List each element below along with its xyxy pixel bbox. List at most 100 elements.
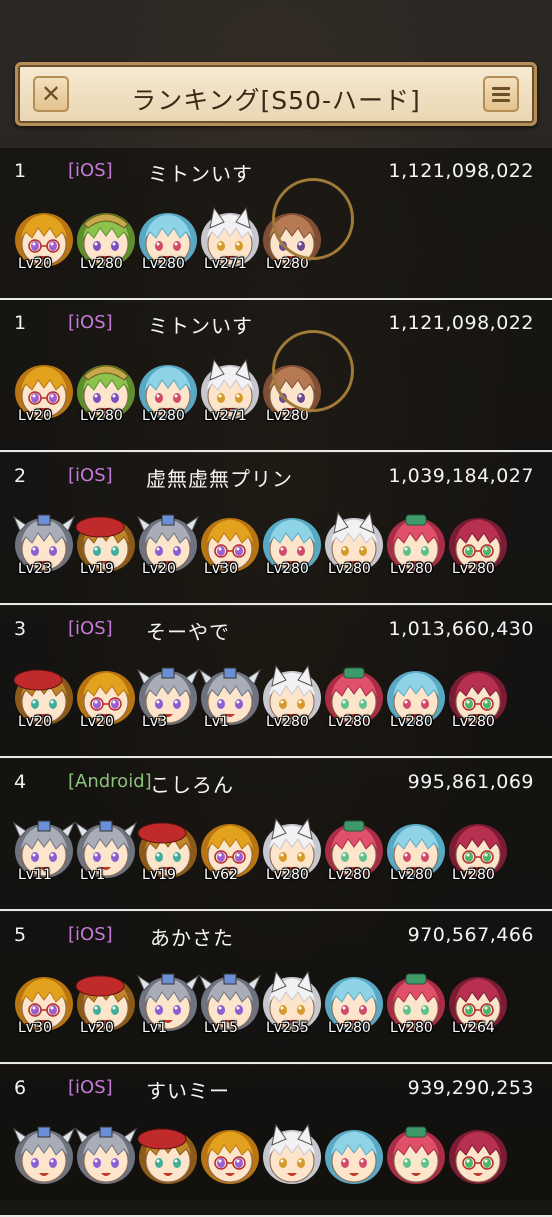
team-member-icon: Lv30 (198, 511, 262, 577)
page-title: ランキング[S50-ハード] (131, 86, 421, 115)
ranking-row[interactable]: 5 [iOS] あかさた 970,567,466 Lv30 Lv20 Lv1 L… (0, 912, 552, 1064)
team-member-icon: Lv280 (322, 511, 386, 577)
team-member-icon: Lv23 (12, 511, 76, 577)
level-label: Lv280 (266, 561, 309, 577)
platform-label: [iOS] (68, 618, 113, 639)
level-label: Lv62 (204, 867, 238, 883)
level-label: Lv1 (80, 867, 105, 883)
ranking-row[interactable]: 1 [iOS] ミトンいす 1,121,098,022 Lv20 Lv280 L… (0, 300, 552, 452)
level-label: Lv20 (142, 561, 176, 577)
player-name[interactable]: ミトンいす (148, 158, 253, 187)
level-label: Lv280 (328, 1020, 371, 1036)
ranking-row[interactable]: 2 [iOS] 虚無虚無プリン 1,039,184,027 Lv23 Lv19 … (0, 453, 552, 605)
team-member-icon: Lv20 (74, 970, 138, 1036)
level-label: Lv20 (18, 256, 52, 272)
score-value: 1,039,184,027 (388, 465, 534, 487)
team-member-icon: Lv280 (446, 511, 510, 577)
level-label: Lv19 (80, 561, 114, 577)
level-label: Lv30 (204, 561, 238, 577)
rank-number: 3 (14, 618, 27, 640)
level-label: Lv19 (142, 867, 176, 883)
team-member-icon (446, 1123, 510, 1187)
team-member-icon: Lv280 (136, 206, 200, 272)
rank-number: 5 (14, 924, 27, 946)
team-member-icon: Lv280 (384, 511, 448, 577)
ranking-row[interactable]: 1 [iOS] ミトンいす 1,121,098,022 Lv20 Lv280 L… (0, 148, 552, 300)
team-member-icon: Lv20 (12, 206, 76, 272)
team-member-icon: Lv280 (322, 664, 386, 730)
score-value: 939,290,253 (407, 1077, 534, 1099)
team-member-icon: Lv15 (198, 970, 262, 1036)
level-label: Lv280 (390, 1020, 433, 1036)
ranking-header: ✕ ランキング[S50-ハード] (15, 62, 537, 126)
team-member-icon: Lv280 (260, 817, 324, 883)
level-label: Lv20 (18, 714, 52, 730)
equipment-badge-icon (272, 178, 354, 260)
row-divider (0, 603, 552, 605)
level-label: Lv255 (266, 1020, 309, 1036)
team-member-icon: Lv280 (322, 970, 386, 1036)
player-name[interactable]: ミトンいす (148, 310, 253, 339)
team-member-icon (322, 1123, 386, 1187)
level-label: Lv280 (266, 714, 309, 730)
team-member-icon: Lv3 (136, 664, 200, 730)
level-label: Lv30 (18, 1020, 52, 1036)
rank-number: 1 (14, 312, 27, 334)
team-member-icon: Lv271 (198, 358, 262, 424)
team-member-icon (198, 1123, 262, 1187)
team-member-icon (12, 1123, 76, 1187)
ranking-row[interactable]: 4 [Android] こしろん 995,861,069 Lv11 Lv1 Lv… (0, 759, 552, 911)
level-label: Lv15 (204, 1020, 238, 1036)
rank-number: 4 (14, 771, 27, 793)
team-member-icon: Lv280 (322, 817, 386, 883)
platform-label: [iOS] (68, 1077, 113, 1098)
platform-label: [iOS] (68, 160, 113, 181)
level-label: Lv280 (328, 561, 371, 577)
team-member-icon (74, 1123, 138, 1187)
row-divider (0, 909, 552, 911)
level-label: Lv280 (142, 256, 185, 272)
team-member-icon: Lv255 (260, 970, 324, 1036)
team-member-icon (260, 1123, 324, 1187)
score-value: 1,013,660,430 (388, 618, 534, 640)
team-member-icon: Lv11 (12, 817, 76, 883)
platform-label: [Android] (68, 771, 152, 792)
team-member-icon: Lv19 (136, 817, 200, 883)
row-divider (0, 1062, 552, 1064)
ranking-row[interactable]: 6 [iOS] すいミー 939,290,253 (0, 1065, 552, 1217)
menu-button[interactable] (483, 76, 519, 112)
level-label: Lv264 (452, 1020, 495, 1036)
ranking-row[interactable]: 3 [iOS] そーやで 1,013,660,430 Lv20 Lv20 Lv3 (0, 606, 552, 758)
player-name[interactable]: そーやで (146, 616, 230, 645)
team-member-icon: Lv20 (136, 511, 200, 577)
team-member-icon: Lv271 (198, 206, 262, 272)
level-label: Lv20 (80, 714, 114, 730)
level-label: Lv280 (452, 561, 495, 577)
team-member-icon: Lv1 (136, 970, 200, 1036)
level-label: Lv280 (80, 256, 123, 272)
player-name[interactable]: あかさた (150, 922, 234, 951)
team-member-icon: Lv280 (384, 664, 448, 730)
level-label: Lv1 (142, 1020, 167, 1036)
level-label: Lv11 (18, 867, 52, 883)
level-label: Lv1 (204, 714, 229, 730)
level-label: Lv23 (18, 561, 52, 577)
player-name[interactable]: 虚無虚無プリン (146, 463, 293, 492)
player-name[interactable]: こしろん (150, 769, 234, 798)
team-member-icon: Lv280 (260, 664, 324, 730)
player-name[interactable]: すいミー (146, 1075, 230, 1104)
team-member-icon: Lv280 (446, 817, 510, 883)
level-label: Lv280 (266, 867, 309, 883)
level-label: Lv280 (390, 867, 433, 883)
platform-label: [iOS] (68, 924, 113, 945)
platform-label: [iOS] (68, 465, 113, 486)
score-value: 1,121,098,022 (388, 312, 534, 334)
level-label: Lv280 (328, 867, 371, 883)
team-member-icon: Lv20 (74, 664, 138, 730)
team-member-icon: Lv280 (384, 817, 448, 883)
level-label: Lv280 (390, 714, 433, 730)
level-label: Lv3 (142, 714, 167, 730)
level-label: Lv280 (452, 714, 495, 730)
level-label: Lv20 (80, 1020, 114, 1036)
level-label: Lv280 (328, 714, 371, 730)
